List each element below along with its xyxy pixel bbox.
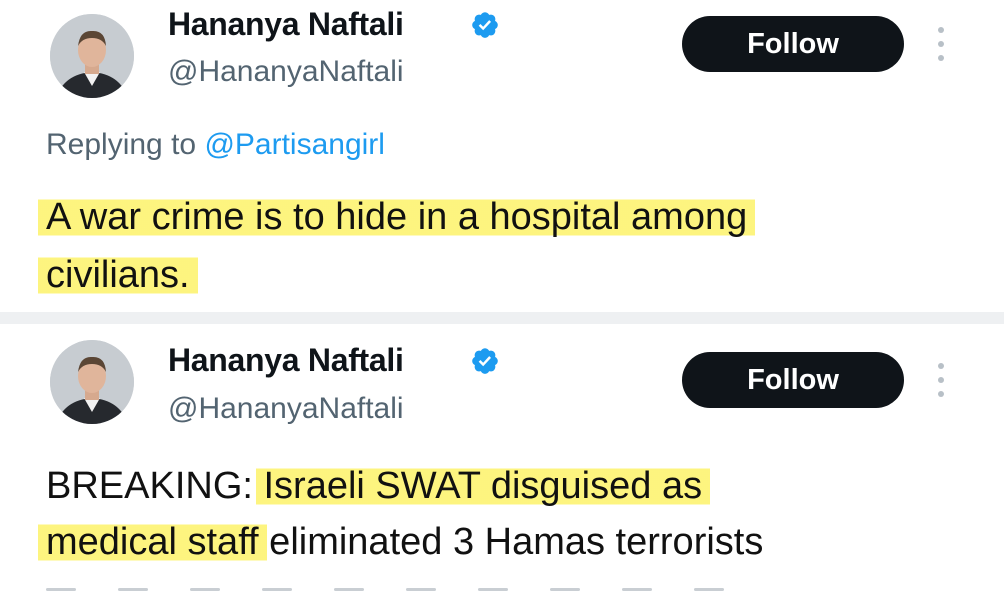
replying-to: Replying to @Partisangirl — [46, 128, 385, 162]
verified-badge-icon — [472, 12, 498, 38]
tweet-card-2: Hananya Naftali @HananyaNaftali Follow B… — [0, 324, 1004, 597]
follow-button[interactable]: Follow — [682, 16, 904, 72]
tweet-line: A war crime is to hide in a hospital amo… — [38, 188, 756, 246]
avatar[interactable] — [50, 14, 134, 98]
cropped-next-line — [46, 578, 786, 592]
author-name[interactable]: Hananya Naftali — [168, 6, 404, 43]
tweet-text: BREAKING: Israeli SWAT disguised as medi… — [38, 458, 764, 570]
highlighted-text: civilians. — [38, 254, 198, 296]
tweet-text-rest: eliminated 3 Hamas terrorists — [258, 521, 764, 563]
highlighted-text: Israeli SWAT disguised as — [255, 465, 711, 507]
tweet-line: BREAKING: Israeli SWAT disguised as — [46, 458, 763, 514]
author-name[interactable]: Hananya Naftali — [168, 342, 404, 379]
tweet-text: A war crime is to hide in a hospital amo… — [38, 188, 756, 304]
tweet-line: civilians. — [38, 246, 747, 304]
more-options-icon[interactable] — [936, 363, 946, 397]
tweet-line: medical staff eliminated 3 Hamas terrori… — [38, 514, 764, 570]
tweet-card-1: Hananya Naftali @HananyaNaftali Follow R… — [0, 0, 1004, 312]
follow-button[interactable]: Follow — [682, 352, 904, 408]
reply-mention-link[interactable]: @Partisangirl — [204, 128, 385, 161]
highlighted-text: A war crime is to hide in a hospital amo… — [38, 196, 756, 238]
replying-to-label: Replying to — [46, 128, 205, 161]
more-options-icon[interactable] — [936, 27, 946, 61]
breaking-prefix: BREAKING: — [46, 465, 264, 507]
avatar[interactable] — [50, 340, 134, 424]
author-handle[interactable]: @HananyaNaftali — [168, 55, 404, 89]
highlighted-text: medical staff — [38, 521, 267, 563]
verified-badge-icon — [472, 348, 498, 374]
author-handle[interactable]: @HananyaNaftali — [168, 392, 404, 426]
